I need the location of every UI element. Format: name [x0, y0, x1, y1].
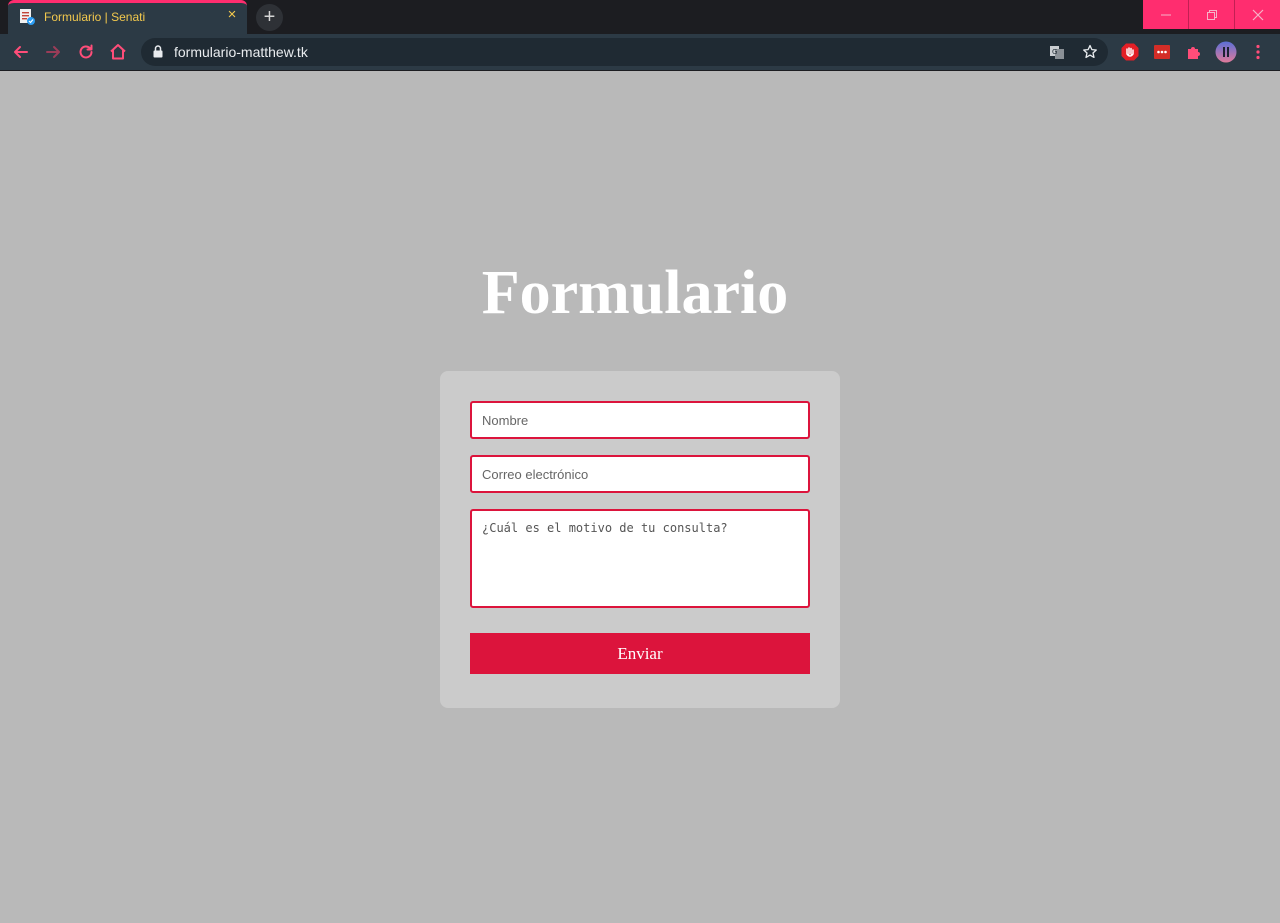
- close-icon[interactable]: ×: [223, 6, 241, 24]
- translate-icon[interactable]: G: [1049, 44, 1065, 60]
- lock-icon[interactable]: [153, 45, 163, 58]
- tab-title: Formulario | Senati: [44, 10, 146, 24]
- svg-text:G: G: [1052, 48, 1057, 56]
- window-close-icon: [1252, 9, 1264, 21]
- home-icon[interactable]: [108, 42, 128, 62]
- window-close-button[interactable]: [1235, 0, 1280, 29]
- reload-icon[interactable]: [76, 42, 96, 62]
- browser-toolbar: formulario-matthew.tk G: [0, 34, 1280, 71]
- name-field[interactable]: [470, 401, 810, 439]
- back-icon[interactable]: [11, 42, 31, 62]
- name-input[interactable]: [472, 403, 808, 437]
- contact-form: Enviar: [440, 371, 840, 708]
- minimize-icon: [1161, 14, 1171, 16]
- profile-avatar[interactable]: [1215, 41, 1237, 63]
- new-tab-button[interactable]: +: [256, 4, 283, 31]
- tab-strip: Formulario | Senati × +: [0, 0, 1280, 34]
- page-title: Formulario: [481, 259, 789, 327]
- submit-button[interactable]: Enviar: [470, 633, 810, 674]
- lastpass-icon[interactable]: [1152, 42, 1172, 62]
- url-text[interactable]: formulario-matthew.tk: [174, 44, 308, 60]
- menu-icon[interactable]: [1248, 42, 1268, 62]
- forward-icon[interactable]: [43, 42, 63, 62]
- star-icon[interactable]: [1082, 44, 1098, 60]
- email-input[interactable]: [472, 457, 808, 491]
- maximize-button[interactable]: [1189, 0, 1235, 29]
- adblock-icon[interactable]: [1120, 42, 1140, 62]
- message-field[interactable]: [470, 509, 810, 608]
- active-tab[interactable]: Formulario | Senati ×: [8, 0, 247, 34]
- address-bar[interactable]: formulario-matthew.tk G: [141, 38, 1108, 66]
- extensions-icon[interactable]: [1184, 42, 1204, 62]
- email-field[interactable]: [470, 455, 810, 493]
- message-textarea[interactable]: [472, 511, 808, 606]
- minimize-button[interactable]: [1143, 0, 1189, 29]
- favicon-icon: [20, 9, 35, 25]
- maximize-icon: [1207, 10, 1217, 20]
